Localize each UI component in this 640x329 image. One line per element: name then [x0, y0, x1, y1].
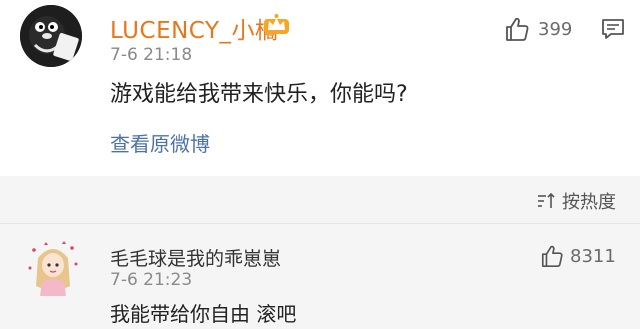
thumbs-up-icon	[506, 17, 529, 41]
sort-button[interactable]: 按热度	[536, 188, 616, 214]
divider	[0, 223, 640, 224]
reply-like-button[interactable]: 8311	[540, 243, 616, 269]
user-avatar[interactable]	[20, 5, 82, 67]
reply-time: 7-6 21:23	[110, 270, 193, 290]
like-count: 399	[538, 18, 573, 40]
reply-avatar[interactable]	[22, 238, 84, 300]
reply-username[interactable]: 毛毛球是我的乖崽崽	[110, 244, 281, 271]
view-original-link[interactable]: 查看原微博	[110, 128, 210, 157]
like-button[interactable]: 399	[504, 15, 572, 43]
sort-label: 按热度	[562, 192, 616, 213]
crown-icon	[264, 14, 289, 34]
comment-content: 游戏能给我带来快乐，你能吗?	[110, 82, 408, 107]
anime-girl-avatar-icon	[22, 238, 84, 300]
comment-icon[interactable]	[601, 17, 625, 41]
thumbs-up-icon	[541, 245, 563, 267]
comment-time: 7-6 21:18	[110, 45, 193, 65]
username[interactable]: LUCENCY_小橘	[110, 11, 279, 45]
replies-section: 按热度 毛毛球是我的乖崽崽 7-6 21:23 我能带给你自由 滚吧 8311	[0, 176, 640, 329]
main-comment: LUCENCY_小橘 7-6 21:18 游戏能给我带来快乐，你能吗? 查看原微…	[0, 0, 640, 176]
reply-like-count: 8311	[570, 245, 616, 267]
sort-icon	[538, 192, 555, 208]
reply-content: 我能带给你自由 滚吧	[110, 302, 297, 326]
penguin-avatar-icon	[20, 5, 82, 67]
